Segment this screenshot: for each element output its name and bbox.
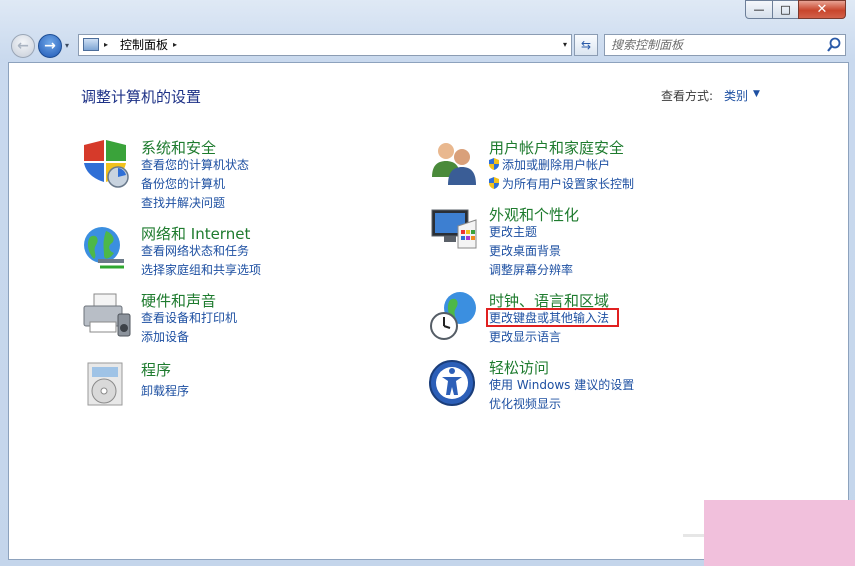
task-link-with-shield[interactable]: 为所有用户设置家长控制 — [489, 177, 634, 192]
maximize-icon: □ — [780, 3, 791, 16]
category-title-programs[interactable]: 程序 — [141, 359, 171, 380]
task-link[interactable]: 调整屏幕分辨率 — [489, 263, 573, 278]
back-button[interactable]: ← — [11, 34, 35, 58]
highlight-box — [486, 308, 619, 327]
search-box[interactable] — [604, 34, 846, 56]
chevron-down-icon[interactable]: ▼ — [753, 89, 760, 99]
task-link[interactable]: 使用 Windows 建议的设置 — [489, 378, 634, 393]
close-icon: ✕ — [816, 2, 828, 17]
forward-button[interactable]: → — [38, 34, 62, 58]
close-button[interactable]: ✕ — [798, 0, 846, 19]
category-title-network[interactable]: 网络和 Internet — [141, 223, 250, 244]
category-title-system-security[interactable]: 系统和安全 — [141, 137, 216, 158]
network-globe-icon[interactable] — [80, 223, 132, 275]
watermark-block — [704, 500, 855, 566]
minimize-icon: — — [753, 3, 765, 16]
back-arrow-icon: ← — [17, 38, 29, 54]
category-title-user-accounts[interactable]: 用户帐户和家庭安全 — [489, 137, 624, 158]
printer-hardware-icon[interactable] — [80, 290, 132, 342]
view-by-dropdown[interactable]: 类别 — [724, 87, 748, 104]
system-security-shield-icon[interactable] — [80, 137, 132, 189]
uac-shield-icon — [489, 158, 499, 170]
forward-arrow-icon: → — [44, 38, 56, 54]
task-label[interactable]: 添加或删除用户帐户 — [502, 158, 610, 172]
address-dropdown-icon[interactable]: ▾ — [563, 38, 567, 52]
task-link[interactable]: 添加设备 — [141, 330, 189, 345]
category-title-ease-of-access[interactable]: 轻松访问 — [489, 357, 549, 378]
task-link[interactable]: 查看网络状态和任务 — [141, 244, 249, 259]
uac-shield-icon — [489, 177, 499, 189]
task-link[interactable]: 备份您的计算机 — [141, 177, 225, 192]
task-link[interactable]: 查找并解决问题 — [141, 196, 225, 211]
search-input[interactable] — [607, 36, 827, 54]
breadcrumb-separator-icon[interactable]: ▸ — [173, 38, 177, 52]
category-title-hardware-sound[interactable]: 硬件和声音 — [141, 290, 216, 311]
programs-disc-icon[interactable] — [80, 359, 132, 411]
task-link[interactable]: 查看您的计算机状态 — [141, 158, 249, 173]
task-link[interactable]: 更改显示语言 — [489, 330, 561, 345]
minimize-button[interactable]: — — [745, 0, 773, 19]
watermark-stroke — [683, 534, 705, 537]
page-title: 调整计算机的设置 — [81, 88, 202, 106]
users-icon[interactable] — [428, 137, 480, 189]
task-link[interactable]: 优化视频显示 — [489, 397, 561, 412]
task-link[interactable]: 更改桌面背景 — [489, 244, 561, 259]
breadcrumb-separator-icon[interactable]: ▸ — [104, 38, 108, 52]
window-frame: — □ ✕ ← → ▾ ▸ 控制面板 ▸ ▾ ⇆ — [0, 0, 855, 566]
control-panel-icon — [83, 38, 99, 51]
search-icon[interactable] — [826, 36, 842, 54]
task-label[interactable]: 为所有用户设置家长控制 — [502, 177, 634, 191]
refresh-button[interactable]: ⇆ — [574, 34, 598, 56]
ease-of-access-icon[interactable] — [428, 357, 480, 409]
maximize-button[interactable]: □ — [772, 0, 799, 19]
task-link[interactable]: 更改主题 — [489, 225, 537, 240]
recent-pages-dropdown[interactable]: ▾ — [65, 41, 69, 50]
task-link[interactable]: 查看设备和打印机 — [141, 311, 237, 326]
task-link[interactable]: 卸载程序 — [141, 384, 189, 399]
task-link-with-shield[interactable]: 添加或删除用户帐户 — [489, 158, 610, 173]
breadcrumb-control-panel[interactable]: 控制面板 — [120, 37, 168, 53]
address-bar[interactable]: ▸ 控制面板 ▸ ▾ — [78, 34, 572, 56]
category-title-appearance[interactable]: 外观和个性化 — [489, 204, 579, 225]
task-link[interactable]: 选择家庭组和共享选项 — [141, 263, 261, 278]
appearance-monitor-icon[interactable] — [428, 204, 480, 256]
view-by-label: 查看方式: — [661, 89, 714, 103]
clock-globe-icon[interactable] — [428, 290, 480, 342]
